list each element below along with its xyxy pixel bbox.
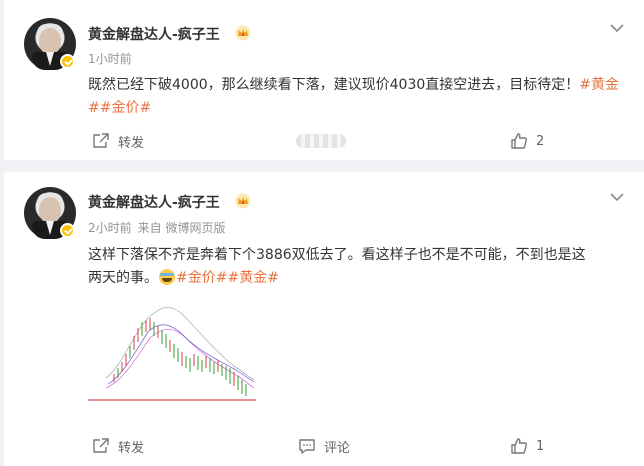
loading-placeholder bbox=[296, 134, 346, 148]
hashtag-link[interactable]: #黄金# bbox=[227, 270, 278, 286]
action-bar: 转发 评论 1 bbox=[4, 434, 644, 458]
author-name[interactable]: 黄金解盘达人-疯子王 bbox=[88, 24, 220, 44]
like-button[interactable]: 1 bbox=[510, 434, 544, 458]
crown-badge-icon bbox=[235, 193, 251, 209]
post-time[interactable]: 2小时前 来自 微博网页版 bbox=[88, 219, 231, 236]
post-source: 来自 微博网页版 bbox=[137, 221, 226, 235]
comment-icon bbox=[299, 439, 315, 454]
share-icon bbox=[93, 438, 109, 453]
repost-button[interactable]: 转发 bbox=[92, 129, 144, 153]
share-icon bbox=[93, 133, 109, 148]
thumbs-up-icon bbox=[511, 438, 527, 454]
post-card: 黄金解盘达人-疯子王 2小时前 来自 微博网页版 这样下落保不齐是奔着下个3886… bbox=[4, 172, 644, 466]
post-image[interactable] bbox=[88, 296, 260, 412]
post-text: 既然已经下破4000，那么继续看下落，建议现价4030直接空进去，目标待定！#黄… bbox=[88, 77, 619, 116]
crown-badge-icon bbox=[235, 25, 251, 41]
thumbs-up-icon bbox=[511, 133, 527, 149]
verified-badge-icon bbox=[60, 223, 75, 238]
action-bar: 转发 2 bbox=[4, 129, 644, 153]
hashtag-link[interactable]: #金价# bbox=[176, 270, 227, 286]
post-card: 黄金解盘达人-疯子王 1小时前 既然已经下破4000，那么继续看下落，建议现价4… bbox=[4, 0, 644, 160]
hashtag-link[interactable]: #金价# bbox=[100, 100, 151, 116]
comment-button[interactable] bbox=[296, 129, 346, 153]
author-name[interactable]: 黄金解盘达人-疯子王 bbox=[88, 192, 220, 212]
post-text: 这样下落保不齐是奔着下个3886双低去了。看这样子也不是不可能，不到也是这 两天… bbox=[88, 247, 586, 286]
repost-button[interactable]: 转发 bbox=[92, 434, 144, 458]
chevron-down-icon[interactable] bbox=[610, 193, 624, 201]
verified-badge-icon bbox=[60, 54, 75, 69]
laugh-cry-emoji bbox=[159, 269, 175, 285]
comment-button[interactable]: 评论 bbox=[298, 434, 350, 458]
chevron-down-icon[interactable] bbox=[610, 24, 624, 32]
like-button[interactable]: 2 bbox=[510, 129, 544, 153]
post-time[interactable]: 1小时前 bbox=[88, 50, 138, 67]
